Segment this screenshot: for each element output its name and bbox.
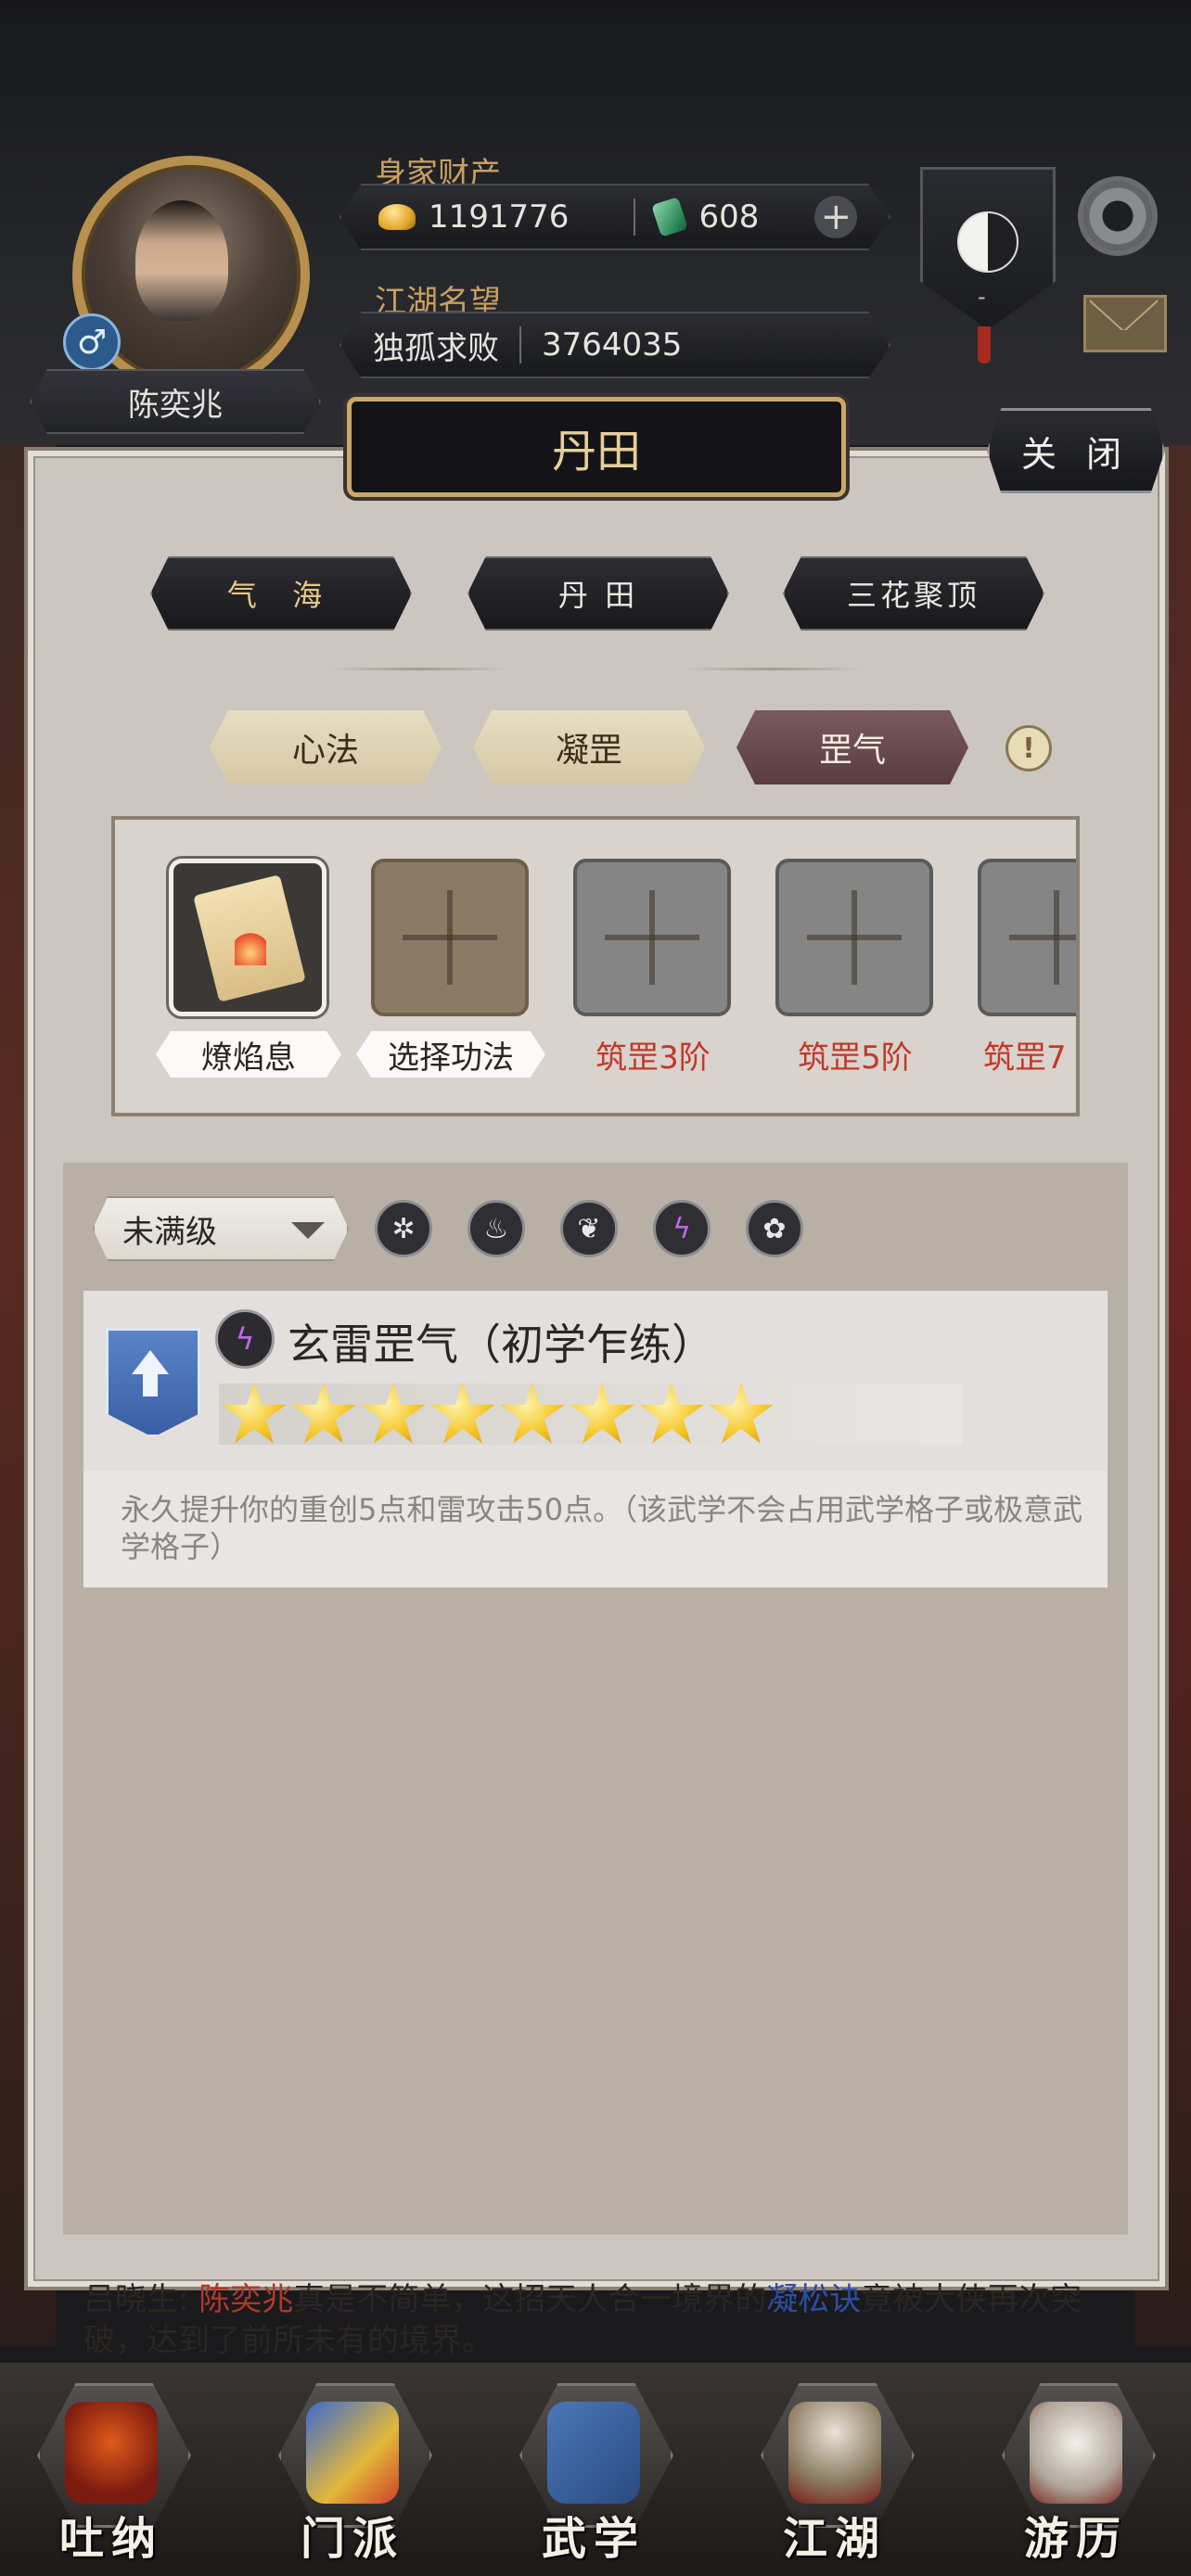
mail-icon[interactable] — [1083, 295, 1167, 352]
subtab-gangqi[interactable]: 罡气 — [736, 710, 968, 784]
tab-qihai[interactable]: 气 海 — [150, 556, 412, 631]
wood-icon[interactable]: ❦ — [560, 1200, 618, 1257]
flame-book-icon[interactable] — [169, 859, 327, 1016]
taiji-icon — [957, 211, 1018, 273]
gold-ingot-icon — [378, 204, 416, 230]
add-currency-button[interactable]: + — [814, 196, 858, 238]
chevron-down-icon — [291, 1222, 325, 1239]
scroll-book-icon — [547, 2402, 640, 2504]
bamboo-hat-icon — [788, 2402, 881, 2504]
male-gender-icon: ♂ — [63, 313, 121, 371]
reputation-bar: 独孤求败 3764035 — [339, 312, 890, 378]
plus-icon-bar — [403, 935, 497, 940]
locked-slot[interactable] — [775, 859, 933, 1016]
chat-text: 真是不简单，这招天人合一境界的 — [293, 2281, 767, 2318]
panel-title: 丹田 — [347, 397, 846, 497]
nav-label: 门派 — [300, 2513, 404, 2565]
wind-icon[interactable]: ✲ — [375, 1200, 432, 1257]
arrow-up-icon-stem — [143, 1372, 158, 1396]
tassel-decoration — [978, 326, 991, 363]
plus-icon-bar — [605, 935, 699, 940]
divider — [519, 326, 521, 363]
plus-icon-bar — [1009, 935, 1076, 940]
info-icon[interactable]: ! — [1005, 725, 1052, 772]
divider — [634, 198, 636, 236]
nav-jianghu[interactable]: 江湖 — [751, 2383, 918, 2565]
star-icon — [430, 1382, 495, 1444]
star-icon — [222, 1382, 287, 1444]
nav-youli[interactable]: 游历 — [992, 2383, 1159, 2565]
gold-amount: 1191776 — [429, 198, 570, 236]
tab-sanhuajuding[interactable]: 三花聚顶 — [783, 556, 1044, 631]
jade-icon — [651, 197, 689, 237]
world-chat-message[interactable]: 吕晓生: 陈奕兆真是不简单，这招天人合一境界的凝松诀竟被大侠再次突破，达到了前所… — [83, 2279, 1113, 2363]
meditation-icon — [65, 2402, 158, 2504]
star-icon — [500, 1382, 565, 1444]
gear-icon[interactable] — [1083, 182, 1152, 250]
sect-badge-text: - — [978, 284, 986, 310]
gangqi-slots: 燎焰息 选择功法 筑罡3阶 筑罡5阶 筑罡7 — [111, 816, 1080, 1116]
lotus-icon[interactable]: ✿ — [746, 1200, 803, 1257]
slot-label: 筑罡3阶 — [596, 1039, 711, 1077]
reputation-title: 独孤求败 — [373, 329, 499, 367]
slot-label: 筑罡7 — [983, 1039, 1067, 1077]
locked-slot[interactable] — [978, 859, 1076, 1016]
nav-label: 吐纳 — [58, 2513, 163, 2565]
nav-wuxue[interactable]: 武学 — [510, 2383, 677, 2565]
star-icon — [709, 1382, 774, 1444]
slot-label: 燎焰息 — [156, 1031, 341, 1078]
star-icon — [570, 1382, 634, 1444]
arrow-up-icon — [132, 1350, 169, 1374]
slot-label: 筑罡5阶 — [798, 1039, 913, 1077]
wealth-bar: 1191776 608 + — [339, 184, 890, 250]
thunder-element-icon: ϟ — [215, 1309, 275, 1369]
nav-label: 游历 — [1023, 2513, 1128, 2565]
ornament-divider-left — [330, 668, 506, 670]
star-icon — [361, 1382, 426, 1444]
nav-tuna[interactable]: 吐纳 — [28, 2383, 195, 2565]
subtab-xinfa[interactable]: 心法 — [210, 710, 442, 784]
fire-icon[interactable]: ♨ — [467, 1200, 525, 1257]
jade-amount: 608 — [698, 198, 760, 236]
star-icon — [291, 1382, 356, 1444]
chat-sender: 吕晓生: — [83, 2281, 199, 2318]
nav-label: 武学 — [541, 2513, 646, 2565]
horse-icon — [1030, 2402, 1122, 2504]
plus-icon-bar — [807, 935, 902, 940]
close-button[interactable]: 关 闭 — [987, 408, 1165, 493]
player-name: 陈奕兆 — [30, 369, 321, 434]
skill-name: 玄雷罡气（初学乍练） — [288, 1320, 714, 1370]
chat-kungfu-name: 凝松诀 — [766, 2281, 862, 2318]
thunder-icon[interactable]: ϟ — [653, 1200, 711, 1257]
tab-dantian[interactable]: 丹 田 — [467, 556, 729, 631]
reputation-value: 3764035 — [542, 326, 683, 363]
nav-menpai[interactable]: 门派 — [269, 2383, 436, 2565]
sect-flag-icon — [306, 2402, 399, 2504]
chat-player-name: 陈奕兆 — [198, 2281, 294, 2318]
locked-slot[interactable] — [573, 859, 731, 1016]
star-icon — [639, 1382, 704, 1444]
subtab-ninggang[interactable]: 凝罡 — [473, 710, 705, 784]
slot-label: 选择功法 — [356, 1031, 545, 1078]
select-skill-slot[interactable] — [371, 859, 529, 1016]
nav-label: 江湖 — [782, 2513, 887, 2565]
star-rating — [219, 1382, 963, 1445]
skill-description: 永久提升你的重创5点和雷攻击50点。（该武学不会占用武学格子或极意武学格子） — [121, 1492, 1083, 1564]
ornament-divider-right — [685, 668, 861, 670]
